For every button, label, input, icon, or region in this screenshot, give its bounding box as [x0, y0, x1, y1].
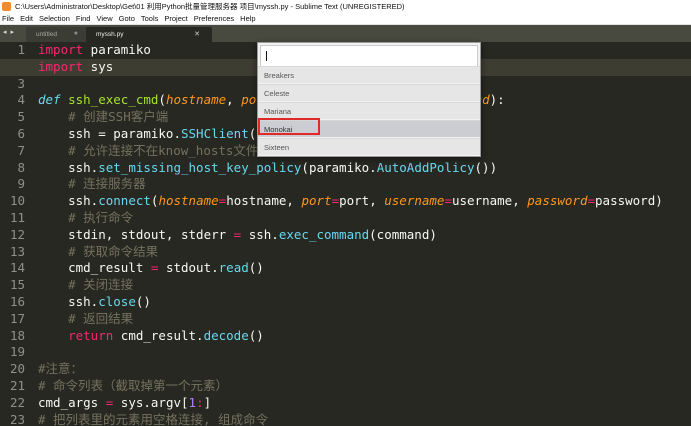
- color-scheme-palette: Breakers Celeste Mariana Monokai Sixteen: [257, 42, 481, 157]
- menu-preferences[interactable]: Preferences: [194, 14, 234, 23]
- title-bar: C:\Users\Administrator\Desktop\Get\01 利用…: [0, 0, 691, 13]
- tab-myssh[interactable]: myssh.py ✕: [86, 27, 212, 42]
- close-tab-icon[interactable]: ✕: [194, 30, 200, 38]
- code-line[interactable]: # 返回结果: [38, 311, 133, 328]
- code-line[interactable]: # 关闭连接: [38, 277, 133, 294]
- code-line[interactable]: cmd_args = sys.argv[1:]: [38, 395, 211, 412]
- line-number: 9: [17, 176, 25, 192]
- code-line[interactable]: # 命令列表（截取掉第一个元素）: [38, 378, 228, 395]
- text-caret: [266, 51, 267, 61]
- palette-item-label: Celeste: [264, 88, 290, 98]
- palette-item-label: Mariana: [264, 106, 292, 116]
- line-number: 6: [17, 126, 25, 141]
- tab-untitled-label: untitled: [36, 31, 57, 38]
- line-number: 15: [9, 277, 25, 293]
- line-number: 1: [17, 42, 25, 57]
- code-line[interactable]: stdin, stdout, stderr = ssh.exec_command…: [38, 227, 437, 244]
- tab-bar: ◂ ▸ untitled ● myssh.py ✕: [0, 25, 691, 42]
- code-line[interactable]: ssh.close(): [38, 294, 151, 311]
- menu-find[interactable]: Find: [76, 14, 91, 23]
- code-line[interactable]: ssh = paramiko.SSHClient(): [38, 126, 264, 143]
- menu-edit[interactable]: Edit: [20, 14, 33, 23]
- line-number: 12: [9, 226, 25, 242]
- line-number: 13: [9, 243, 25, 259]
- line-number: 19: [9, 344, 25, 360]
- code-line[interactable]: return cmd_result.decode(): [38, 328, 264, 345]
- palette-item-celeste[interactable]: Celeste: [258, 84, 480, 101]
- line-number: 22: [9, 394, 25, 410]
- code-line[interactable]: cmd_result = stdout.read(): [38, 260, 264, 277]
- line-number: 5: [17, 109, 25, 125]
- code-line[interactable]: # 执行命令: [38, 210, 133, 227]
- palette-search-input[interactable]: [260, 45, 478, 67]
- line-number: 11: [9, 210, 25, 225]
- code-line[interactable]: # 获取命令结果: [38, 244, 158, 261]
- menu-selection[interactable]: Selection: [39, 14, 70, 23]
- line-number: 10: [9, 193, 25, 209]
- palette-item-mariana[interactable]: Mariana: [258, 102, 480, 119]
- menu-bar: File Edit Selection Find View Goto Tools…: [0, 13, 691, 25]
- tab-myssh-label: myssh.py: [96, 31, 124, 38]
- menu-goto[interactable]: Goto: [119, 14, 135, 23]
- line-number: 3: [17, 75, 25, 91]
- unsaved-dot-icon[interactable]: ●: [74, 30, 78, 37]
- palette-item-label: Sixteen: [264, 142, 290, 152]
- tab-nav-arrows-icon[interactable]: ◂ ▸: [3, 28, 15, 36]
- code-line[interactable]: #注意：: [38, 361, 83, 378]
- line-number: 20: [9, 361, 25, 377]
- line-number: 4: [17, 92, 25, 108]
- line-number: 18: [9, 327, 25, 343]
- line-number: 23: [9, 411, 25, 426]
- window-title: C:\Users\Administrator\Desktop\Get\01 利用…: [15, 2, 405, 11]
- menu-project[interactable]: Project: [164, 14, 187, 23]
- menu-help[interactable]: Help: [240, 14, 255, 23]
- code-line[interactable]: # 创建SSH客户端: [38, 109, 168, 126]
- code-line[interactable]: # 把列表里的元素用空格连接, 组成命令: [38, 412, 268, 426]
- line-number: 7: [17, 142, 25, 158]
- line-number: 21: [9, 378, 25, 393]
- code-line[interactable]: # 连接服务器: [38, 176, 146, 193]
- line-number: 8: [17, 159, 25, 175]
- code-line[interactable]: ssh.connect(hostname=hostname, port=port…: [38, 193, 663, 210]
- palette-item-sixteen[interactable]: Sixteen: [258, 138, 480, 155]
- highlight-box: [258, 118, 320, 135]
- menu-file[interactable]: File: [2, 14, 14, 23]
- palette-item-label: Breakers: [264, 70, 295, 80]
- code-line[interactable]: ssh.set_missing_host_key_policy(paramiko…: [38, 160, 497, 177]
- menu-tools[interactable]: Tools: [141, 14, 159, 23]
- code-line[interactable]: import paramiko: [38, 42, 151, 59]
- sublime-app-icon: [2, 2, 11, 11]
- line-number: 17: [9, 310, 25, 326]
- line-number-gutter: 1 2 3 4 5 6 7 8 9 10 11 12 13 14 15 16 1…: [0, 42, 30, 426]
- menu-view[interactable]: View: [96, 14, 112, 23]
- line-number: 14: [9, 260, 25, 276]
- line-number: 16: [9, 294, 25, 309]
- palette-item-breakers[interactable]: Breakers: [258, 66, 480, 83]
